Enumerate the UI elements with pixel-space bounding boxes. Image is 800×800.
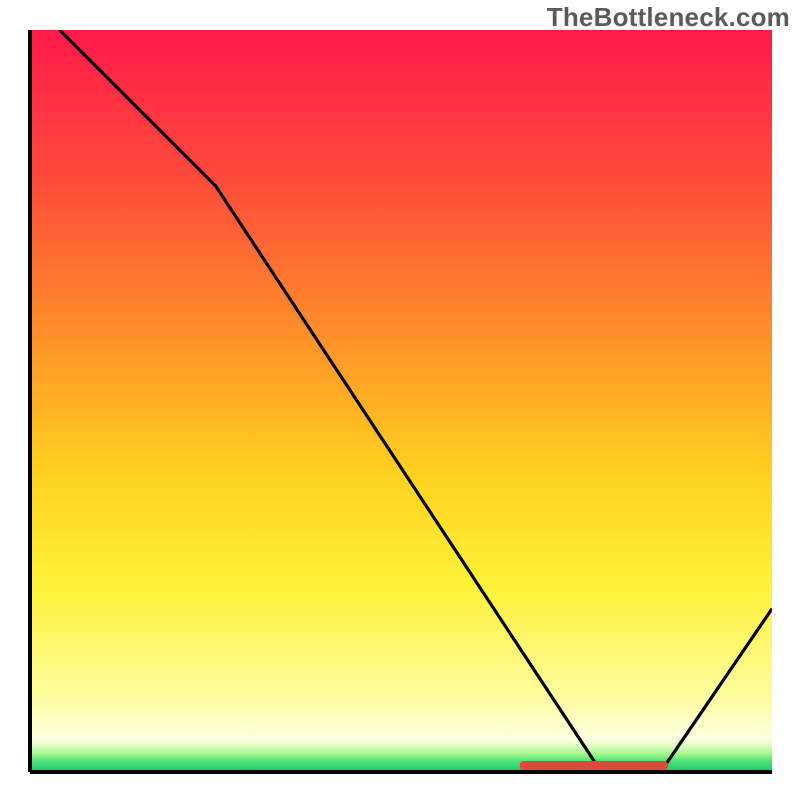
bottleneck-chart — [0, 0, 800, 800]
optimum-marker — [520, 761, 668, 770]
chart-frame: TheBottleneck.com — [0, 0, 800, 800]
plot-background — [30, 30, 772, 772]
